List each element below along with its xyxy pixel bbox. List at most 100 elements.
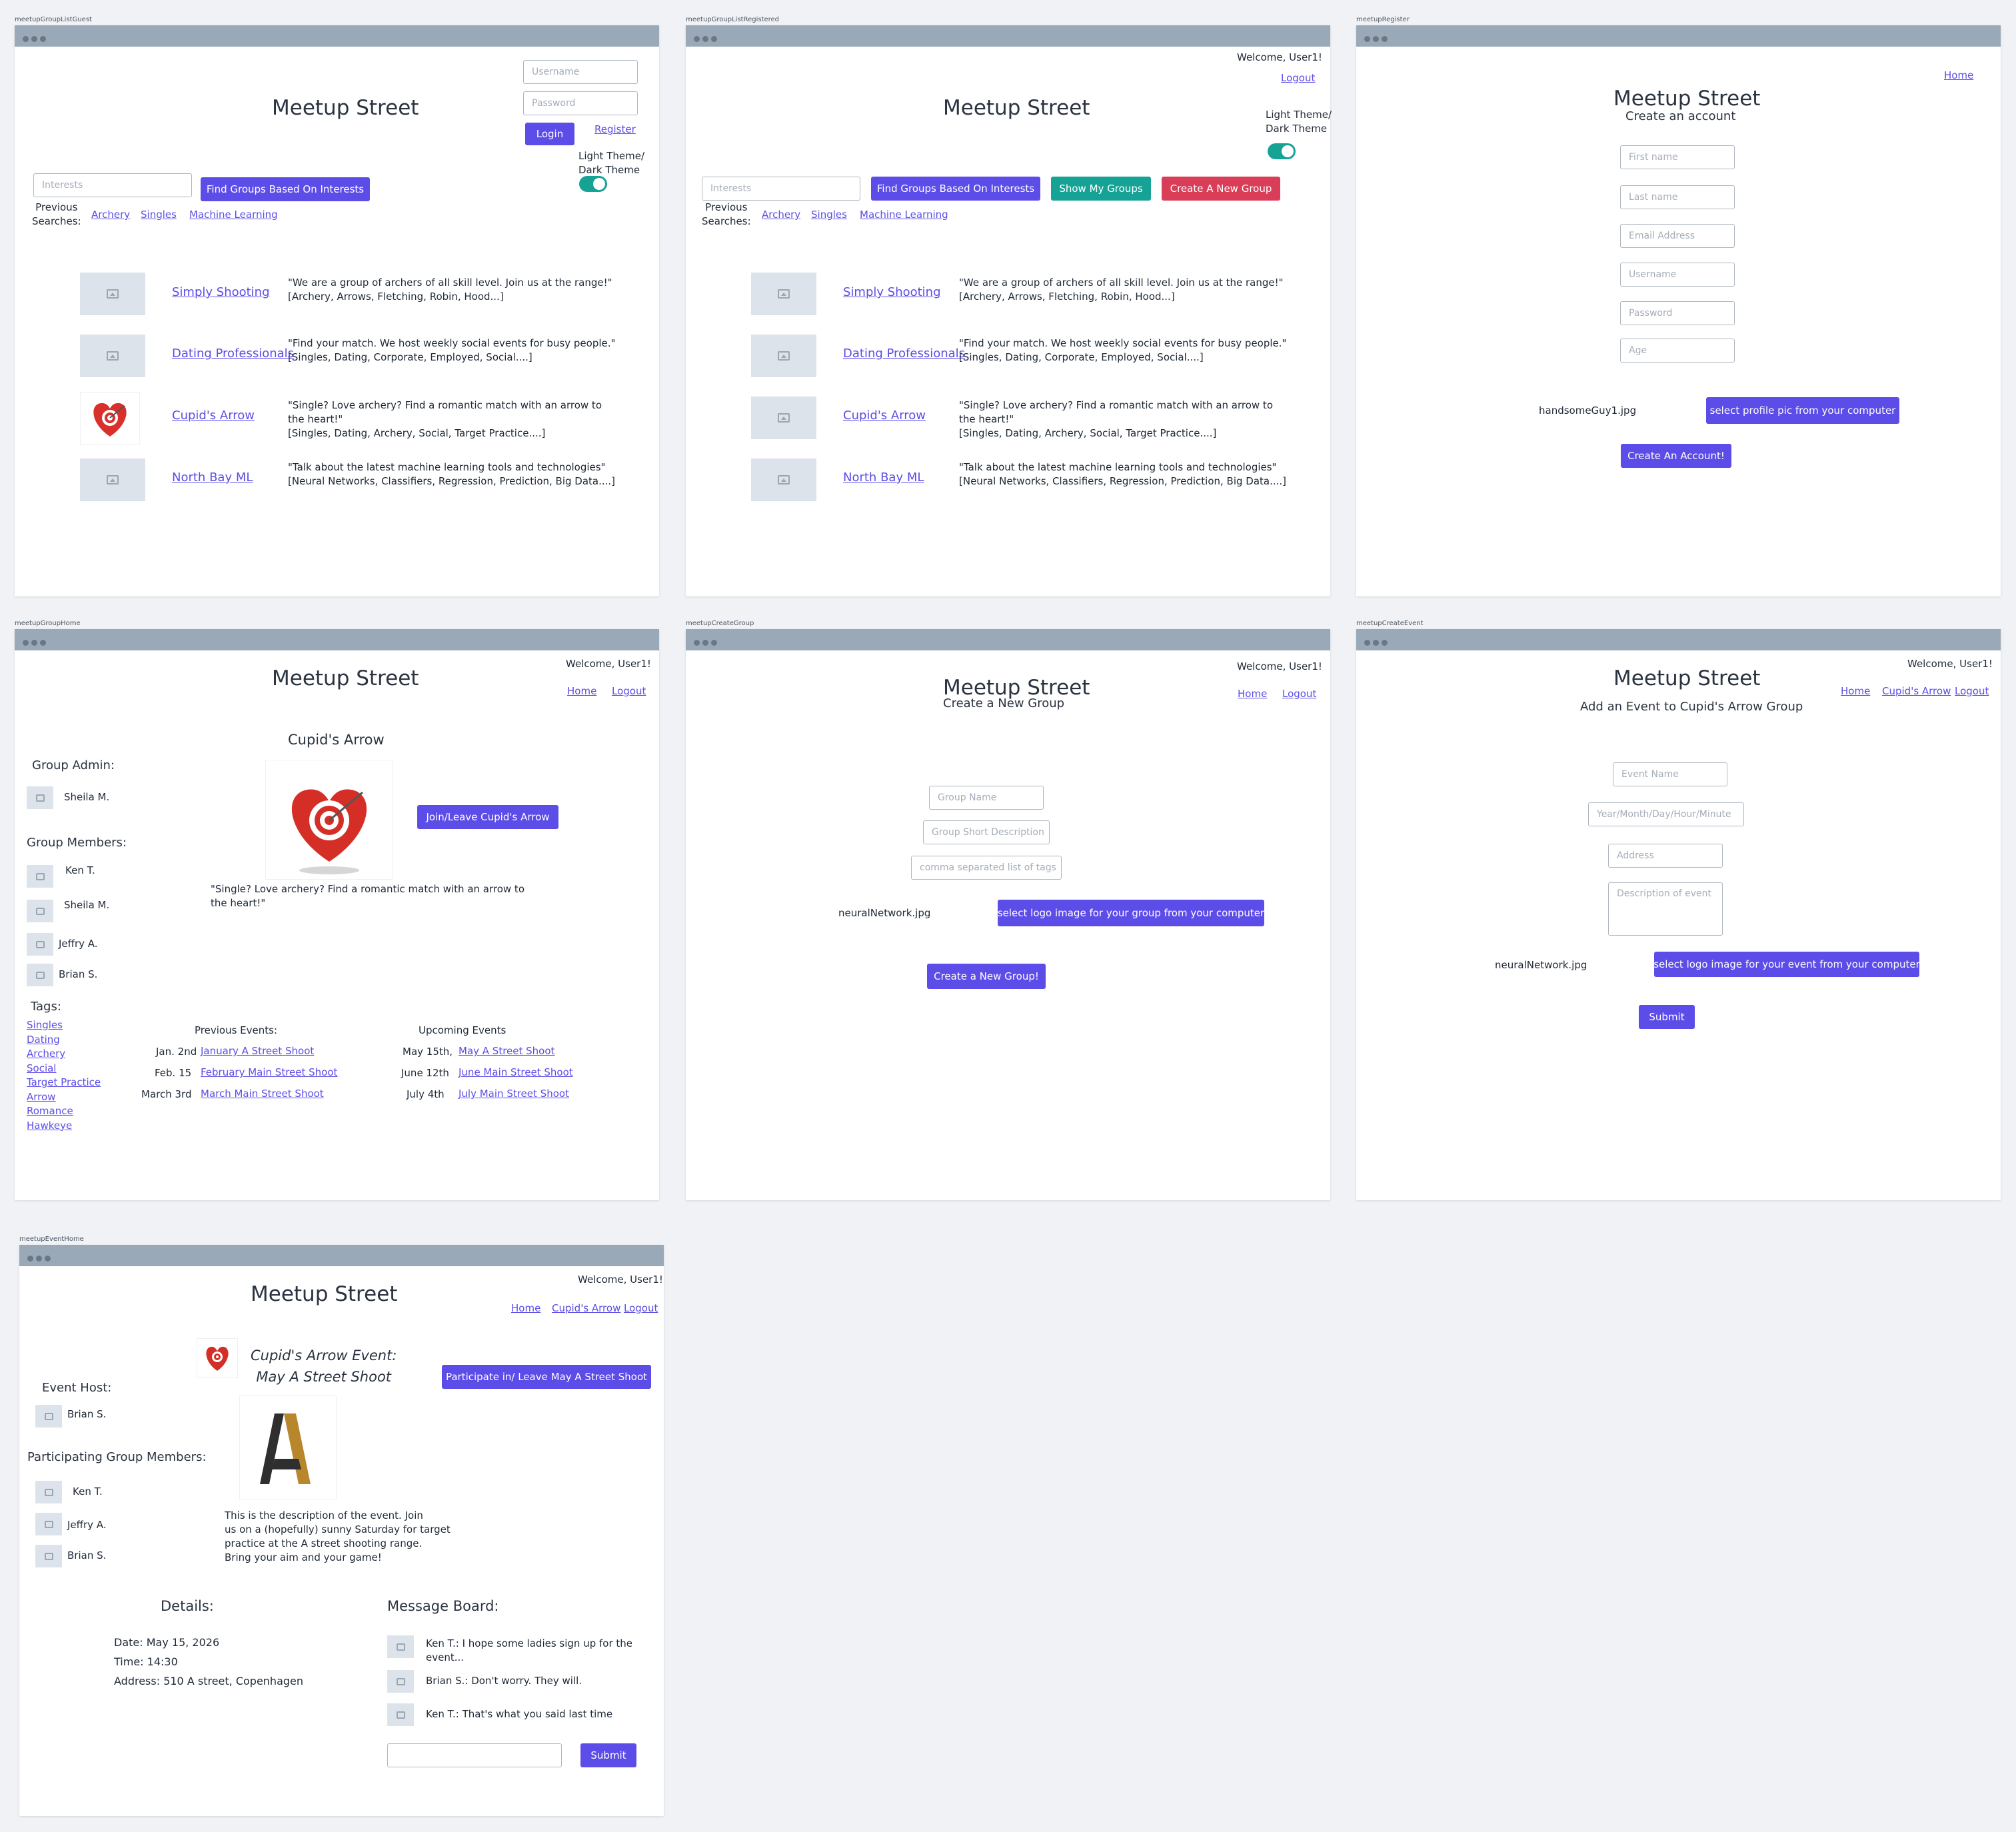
interests-input[interactable]: Interests [702,177,860,201]
message-text: Brian S.: Don't worry. They will. [426,1675,582,1687]
group-description: "Single? Love archery? Find a romantic m… [211,883,524,909]
avatar [27,933,53,956]
window-controls[interactable] [23,636,49,648]
participant-name: Jeffry A. [67,1519,107,1531]
email-input[interactable]: Email Address [1620,224,1735,248]
select-profile-pic-button[interactable]: select profile pic from your computer [1706,397,1899,424]
group-link-dating-professionals[interactable]: Dating Professionals [172,347,294,361]
group-link-simply-shooting[interactable]: Simply Shooting [172,285,270,299]
group-name-input[interactable]: Group Name [929,786,1044,810]
participate-button[interactable]: Participate in/ Leave May A Street Shoot [442,1365,651,1389]
prev-search-singles[interactable]: Singles [811,209,847,221]
group-link-north-bay-ml[interactable]: North Bay ML [172,470,253,484]
theme-toggle[interactable] [1268,143,1296,159]
event-link[interactable]: May A Street Shoot [459,1045,554,1057]
tag-link[interactable]: Dating [27,1033,101,1048]
tag-link[interactable]: Archery [27,1047,101,1062]
event-link[interactable]: March Main Street Shoot [201,1088,324,1100]
find-groups-button[interactable]: Find Groups Based On Interests [201,177,370,201]
tag-link[interactable]: Singles [27,1018,101,1033]
group-link[interactable]: Cupid's Arrow [1882,685,1951,697]
find-groups-button[interactable]: Find Groups Based On Interests [871,177,1040,201]
home-link[interactable]: Home [511,1302,540,1314]
avatar [35,1405,62,1427]
participant-name: Ken T. [73,1485,103,1497]
logout-link[interactable]: Logout [612,685,646,697]
window-titlebar [686,25,1330,47]
register-link[interactable]: Register [594,123,636,135]
group-tags-input[interactable]: comma separated list of tags [911,856,1062,880]
member-name: Brian S. [59,968,98,980]
previous-searches-label: Previous Searches: [32,201,81,227]
group-description: "Talk about the latest machine learning … [288,461,616,487]
event-description-textarea[interactable]: Description of event [1608,882,1723,936]
logout-link[interactable]: Logout [1281,72,1315,84]
home-link[interactable]: Home [1944,69,1973,81]
select-logo-button[interactable]: select logo image for your event from yo… [1653,952,1920,977]
username-input[interactable]: Username [523,60,638,84]
tag-link[interactable]: Social [27,1062,101,1076]
screen-create-event: meetupCreateEvent Meetup Street Add an E… [1356,620,2001,1200]
group-link-simply-shooting[interactable]: Simply Shooting [843,285,941,299]
prev-search-archery[interactable]: Archery [91,209,130,221]
prev-search-singles[interactable]: Singles [141,209,177,221]
message-submit-button[interactable]: Submit [580,1743,636,1767]
screen-label: meetupEventHome [19,1236,84,1243]
prev-search-archery[interactable]: Archery [762,209,800,221]
age-input[interactable]: Age [1620,339,1735,363]
admin-name: Sheila M. [64,791,110,803]
group-link-cupids-arrow[interactable]: Cupid's Arrow [172,409,255,423]
window-controls[interactable] [27,1252,53,1264]
app-title: Meetup Street [1613,87,1761,111]
logout-link[interactable]: Logout [1282,688,1316,700]
select-logo-button[interactable]: select logo image for your group from yo… [998,900,1264,926]
login-button[interactable]: Login [525,123,574,145]
event-title: Cupid's Arrow Event: May A Street Shoot [251,1348,397,1385]
first-name-input[interactable]: First name [1620,145,1735,169]
window-controls[interactable] [23,32,49,45]
submit-button[interactable]: Submit [1639,1005,1695,1029]
event-link[interactable]: February Main Street Shoot [201,1066,337,1078]
group-link-dating-professionals[interactable]: Dating Professionals [843,347,965,361]
theme-toggle[interactable] [579,176,607,192]
create-account-button[interactable]: Create An Account! [1621,444,1731,468]
tag-link[interactable]: Romance [27,1104,101,1119]
window-controls[interactable] [694,32,720,45]
last-name-input[interactable]: Last name [1620,185,1735,209]
home-link[interactable]: Home [567,685,596,697]
group-link-cupids-arrow[interactable]: Cupid's Arrow [843,409,926,423]
group-description-input[interactable]: Group Short Description [923,820,1050,844]
group-description: "Single? Love archery? Find a romantic m… [959,399,1273,439]
tag-link[interactable]: Target Practice [27,1076,101,1090]
logout-link[interactable]: Logout [1955,685,1989,697]
logout-link[interactable]: Logout [624,1302,658,1314]
prev-search-machine-learning[interactable]: Machine Learning [189,209,278,221]
join-leave-group-button[interactable]: Join/Leave Cupid's Arrow [417,805,558,829]
event-link[interactable]: January A Street Shoot [201,1045,314,1057]
event-link[interactable]: June Main Street Shoot [459,1066,573,1078]
password-input[interactable]: Password [523,91,638,115]
create-group-button[interactable]: Create A New Group [1162,177,1280,201]
window-controls[interactable] [1364,32,1390,45]
window-controls[interactable] [694,636,720,648]
show-my-groups-button[interactable]: Show My Groups [1051,177,1151,201]
event-address-input[interactable]: Address [1608,844,1723,868]
tag-link[interactable]: Hawkeye [27,1119,101,1134]
username-input[interactable]: Username [1620,263,1735,287]
event-datetime-input[interactable]: Year/Month/Day/Hour/Minute [1588,802,1744,826]
message-input[interactable] [387,1743,562,1767]
group-link-north-bay-ml[interactable]: North Bay ML [843,470,924,484]
event-link[interactable]: July Main Street Shoot [459,1088,569,1100]
prev-search-machine-learning[interactable]: Machine Learning [860,209,948,221]
avatar [27,865,53,888]
group-link[interactable]: Cupid's Arrow [552,1302,620,1314]
create-group-button[interactable]: Create a New Group! [927,964,1046,989]
window-controls[interactable] [1364,636,1390,648]
interests-input[interactable]: Interests [33,173,192,197]
tag-link[interactable]: Arrow [27,1090,101,1105]
home-link[interactable]: Home [1238,688,1267,700]
password-input[interactable]: Password [1620,301,1735,325]
event-name-input[interactable]: Event Name [1613,762,1727,786]
home-link[interactable]: Home [1841,685,1870,697]
avatar [387,1635,414,1658]
